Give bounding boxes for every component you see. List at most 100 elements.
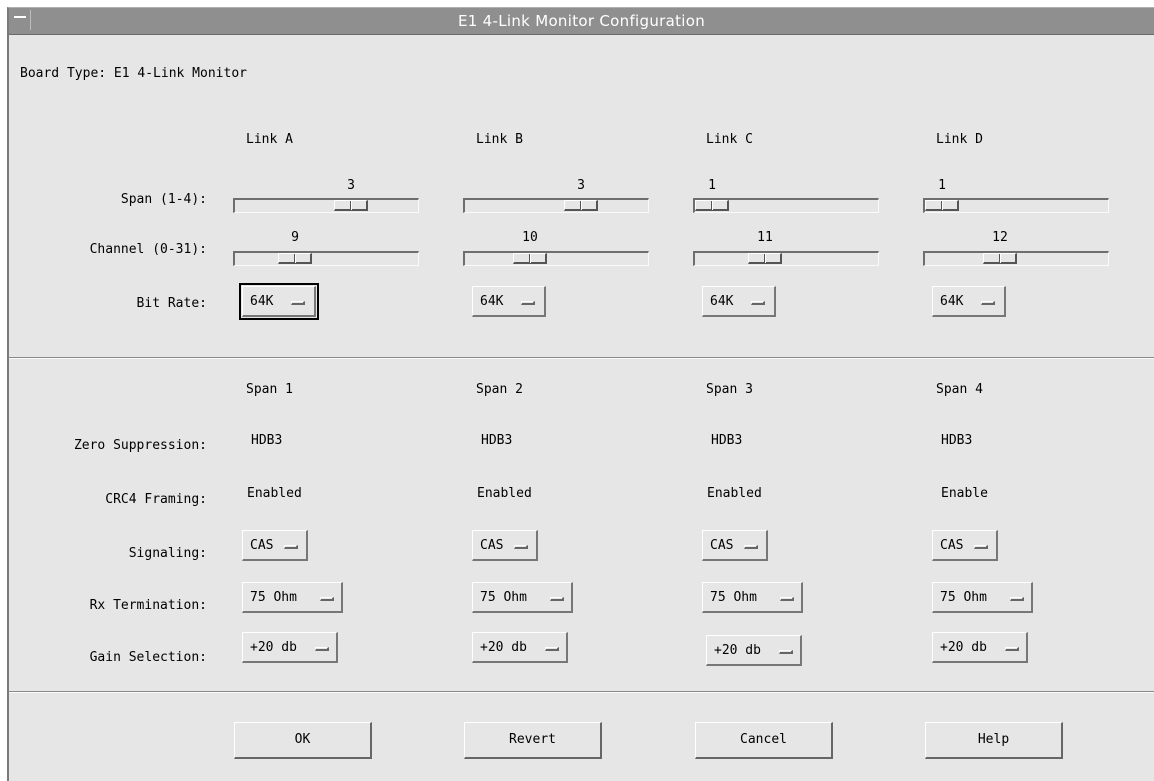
option-menu-icon xyxy=(779,650,793,654)
channel-value-d: 12 xyxy=(992,230,1008,245)
zero-suppression-label: Zero Suppression: xyxy=(73,438,207,453)
signaling-menu-4[interactable]: CAS xyxy=(932,530,998,561)
channel-slider-c-thumb[interactable] xyxy=(748,253,782,264)
channel-slider-a-thumb[interactable] xyxy=(278,253,312,264)
span-value-b: 3 xyxy=(577,178,585,193)
rx-termination-menu-3[interactable]: 75 Ohm xyxy=(702,582,803,613)
channel-slider-c[interactable] xyxy=(693,251,879,266)
channel-slider-d[interactable] xyxy=(923,251,1109,266)
revert-button[interactable]: Revert xyxy=(464,722,602,759)
option-menu-icon xyxy=(974,545,988,549)
channel-slider-b-thumb[interactable] xyxy=(513,253,547,264)
span-slider-b[interactable] xyxy=(463,198,649,213)
span-slider-c[interactable] xyxy=(693,198,879,213)
span-value-a: 3 xyxy=(347,178,355,193)
option-menu-icon xyxy=(550,597,564,601)
span-3-header: Span 3 xyxy=(706,382,753,397)
window-title: E1 4-Link Monitor Configuration xyxy=(457,12,706,30)
link-c-header: Link C xyxy=(706,132,753,147)
signaling-menu-1[interactable]: CAS xyxy=(242,530,308,561)
span-value-c: 1 xyxy=(708,178,716,193)
gain-selection-menu-2[interactable]: +20 db xyxy=(472,632,568,663)
signaling-menu-3[interactable]: CAS xyxy=(702,530,768,561)
bitrate-menu-d[interactable]: 64K xyxy=(932,286,1006,317)
option-menu-icon xyxy=(545,647,559,651)
rx-termination-value-2: 75 Ohm xyxy=(480,590,527,605)
crc4-value-1: Enabled xyxy=(247,486,302,501)
option-menu-icon xyxy=(514,545,528,549)
link-b-header: Link B xyxy=(476,132,523,147)
zero-suppression-value-3: HDB3 xyxy=(711,433,743,448)
span-slider-b-thumb[interactable] xyxy=(564,200,598,211)
span-slider-a-thumb[interactable] xyxy=(334,200,368,211)
zero-suppression-value-1: HDB3 xyxy=(251,433,283,448)
option-menu-icon xyxy=(320,597,334,601)
gain-selection-menu-4[interactable]: +20 db xyxy=(932,632,1028,663)
option-menu-icon xyxy=(744,545,758,549)
gain-selection-menu-1[interactable]: +20 db xyxy=(242,632,338,663)
zero-suppression-value-4: HDB3 xyxy=(941,433,973,448)
span-1-header: Span 1 xyxy=(246,382,293,397)
help-button[interactable]: Help xyxy=(925,722,1063,759)
option-menu-icon xyxy=(291,301,305,305)
channel-slider-a[interactable] xyxy=(233,251,419,266)
bitrate-menu-b[interactable]: 64K xyxy=(472,286,546,317)
gain-selection-value-4: +20 db xyxy=(940,640,987,655)
title-bar[interactable]: E1 4-Link Monitor Configuration xyxy=(9,8,1154,35)
span-slider-c-thumb[interactable] xyxy=(695,200,729,211)
span-value-d: 1 xyxy=(938,178,946,193)
span-2-header: Span 2 xyxy=(476,382,523,397)
crc4-value-2: Enabled xyxy=(477,486,532,501)
signaling-menu-2[interactable]: CAS xyxy=(472,530,538,561)
bitrate-value-d: 64K xyxy=(940,294,964,309)
option-menu-icon xyxy=(1005,647,1019,651)
cancel-button[interactable]: Cancel xyxy=(695,722,833,759)
signaling-value-1: CAS xyxy=(250,538,274,553)
span-slider-d-thumb[interactable] xyxy=(925,200,959,211)
option-menu-icon xyxy=(780,597,794,601)
section-divider xyxy=(9,357,1154,359)
channel-slider-b[interactable] xyxy=(463,251,649,266)
signaling-value-4: CAS xyxy=(940,538,964,553)
bitrate-label: Bit Rate: xyxy=(136,296,207,311)
crc4-label: CRC4 Framing: xyxy=(105,492,207,507)
bitrate-value-a: 64K xyxy=(250,294,274,309)
rx-termination-menu-4[interactable]: 75 Ohm xyxy=(932,582,1033,613)
option-menu-icon xyxy=(1010,597,1024,601)
option-menu-icon xyxy=(521,301,535,305)
option-menu-icon xyxy=(751,301,765,305)
span-label: Span (1-4): xyxy=(120,192,207,207)
span-4-header: Span 4 xyxy=(936,382,983,397)
link-a-header: Link A xyxy=(246,132,293,147)
rx-termination-value-1: 75 Ohm xyxy=(250,590,297,605)
crc4-value-4: Enable xyxy=(941,486,988,501)
option-menu-icon xyxy=(981,301,995,305)
channel-value-c: 11 xyxy=(757,230,773,245)
bitrate-menu-c[interactable]: 64K xyxy=(702,286,776,317)
channel-value-b: 10 xyxy=(522,230,538,245)
signaling-label: Signaling: xyxy=(128,546,207,561)
link-d-header: Link D xyxy=(936,132,983,147)
gain-selection-value-2: +20 db xyxy=(480,640,527,655)
gain-selection-label: Gain Selection: xyxy=(89,650,207,665)
rx-termination-value-4: 75 Ohm xyxy=(940,590,987,605)
span-slider-d[interactable] xyxy=(923,198,1109,213)
rx-termination-menu-2[interactable]: 75 Ohm xyxy=(472,582,573,613)
rx-termination-menu-1[interactable]: 75 Ohm xyxy=(242,582,343,613)
board-type-label: Board Type: E1 4-Link Monitor xyxy=(20,66,247,81)
rx-termination-label: Rx Termination: xyxy=(89,598,207,613)
bitrate-menu-a[interactable]: 64K xyxy=(239,283,319,320)
signaling-value-2: CAS xyxy=(480,538,504,553)
signaling-value-3: CAS xyxy=(710,538,734,553)
button-row-divider xyxy=(9,691,1154,693)
gain-selection-value-3: +20 db xyxy=(714,643,761,658)
ok-button[interactable]: OK xyxy=(234,722,372,759)
channel-slider-d-thumb[interactable] xyxy=(983,253,1017,264)
span-slider-a[interactable] xyxy=(233,198,419,213)
gain-selection-menu-3[interactable]: +20 db xyxy=(706,635,802,666)
gain-selection-value-1: +20 db xyxy=(250,640,297,655)
option-menu-icon xyxy=(284,545,298,549)
option-menu-icon xyxy=(315,647,329,651)
crc4-value-3: Enabled xyxy=(707,486,762,501)
rx-termination-value-3: 75 Ohm xyxy=(710,590,757,605)
